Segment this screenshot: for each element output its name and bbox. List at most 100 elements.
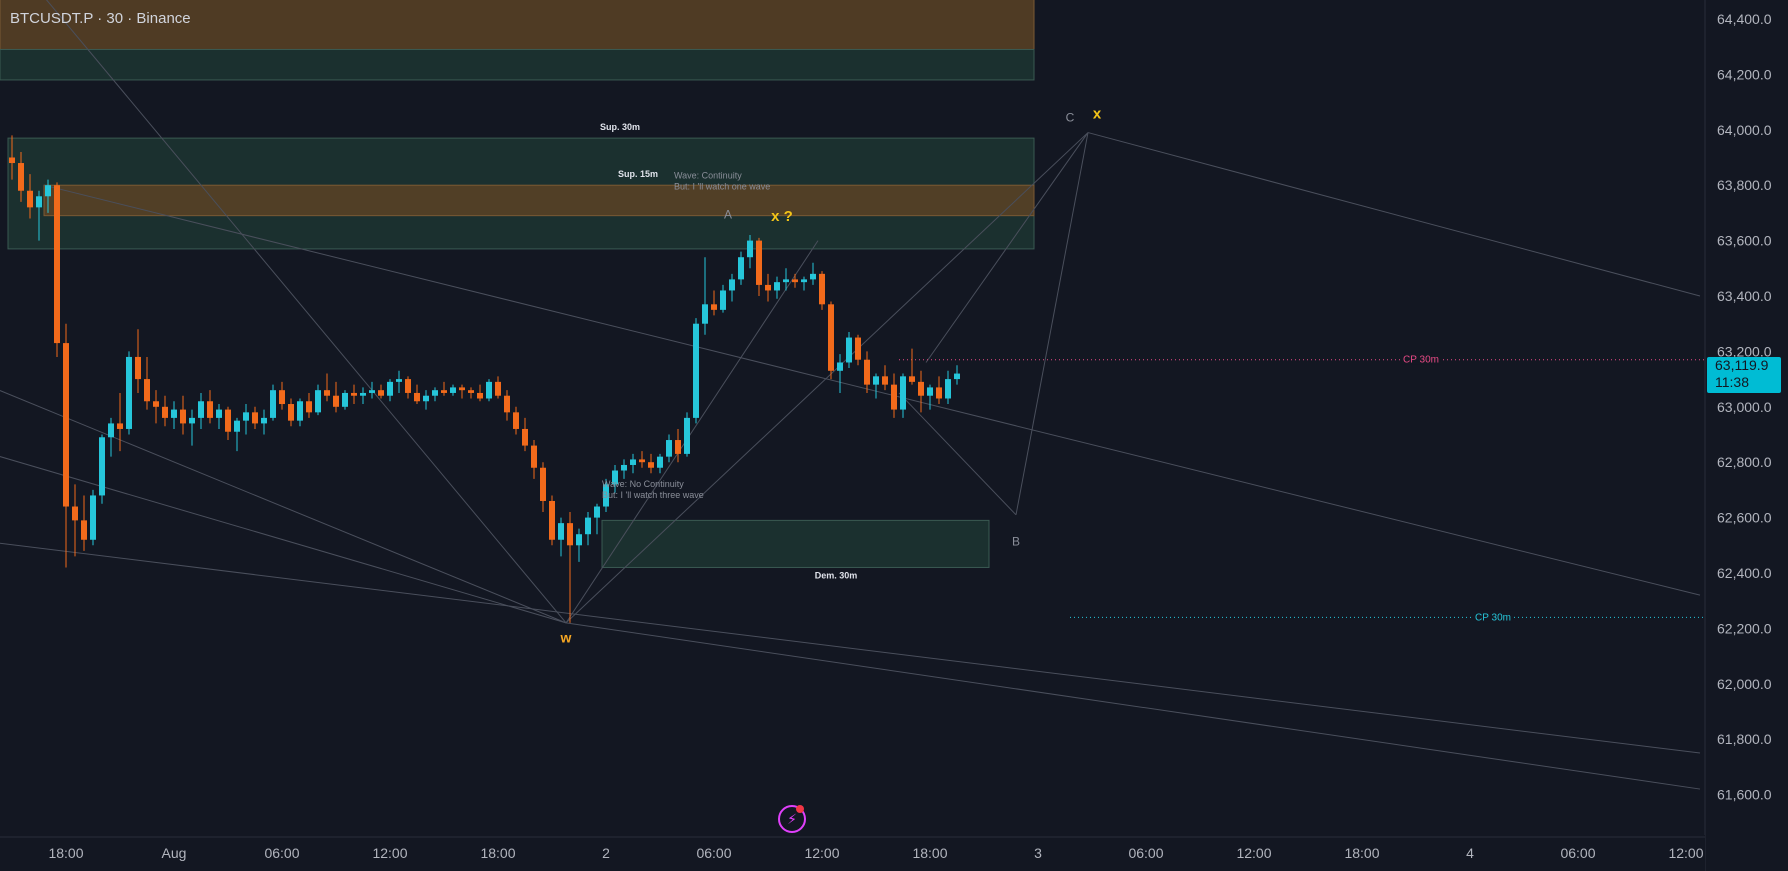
candle: [54, 182, 60, 357]
candle: [504, 390, 510, 421]
candle-body: [234, 420, 240, 432]
candle: [369, 381, 375, 399]
candle: [387, 379, 393, 402]
candle: [108, 417, 114, 457]
candle-body: [450, 387, 456, 393]
candle-body: [738, 257, 744, 280]
candle-body: [675, 440, 681, 454]
candle-body: [891, 384, 897, 410]
time-tick-label: 4: [1466, 845, 1474, 861]
candle-body: [729, 279, 735, 291]
time-tick-label: 12:00: [1668, 845, 1703, 861]
candle-body: [495, 381, 501, 396]
candlestick-chart[interactable]: CP 30m CP 30m Sup. 30m Sup. 15m Wave: Conti…: [0, 0, 1788, 871]
candle: [900, 373, 906, 418]
candle-body: [315, 390, 321, 413]
candle: [621, 459, 627, 479]
candle: [315, 384, 321, 416]
candle-body: [846, 337, 852, 363]
candle-body: [549, 500, 555, 540]
candle-body: [630, 459, 636, 465]
candle-body: [576, 534, 582, 546]
time-tick-label: 18:00: [912, 845, 947, 861]
candle-body: [918, 381, 924, 396]
candle-body: [567, 523, 573, 546]
annotation-label: x: [1093, 106, 1102, 123]
candle: [909, 348, 915, 385]
candle: [954, 365, 960, 385]
candle-body: [9, 157, 15, 164]
candle: [846, 332, 852, 369]
candle: [225, 406, 231, 441]
candle-body: [666, 440, 672, 457]
candle: [639, 451, 645, 468]
candle: [189, 409, 195, 446]
candle-body: [126, 356, 132, 429]
candle: [549, 495, 555, 546]
candle-body: [774, 282, 780, 291]
candle-body: [639, 459, 645, 463]
bar-countdown: 11:38: [1715, 373, 1749, 390]
candle: [135, 329, 141, 393]
candle-body: [819, 273, 825, 305]
candle-body: [882, 376, 888, 385]
trend-line: [565, 622, 1701, 790]
candle-body: [63, 343, 69, 507]
candle: [252, 406, 258, 429]
price-tick-label: 63,600.0: [1717, 233, 1772, 249]
candle-body: [828, 304, 834, 371]
symbol-title: BTCUSDT.P · 30 · Binance: [10, 10, 191, 27]
time-tick-label: 12:00: [1236, 845, 1271, 861]
candle: [198, 392, 204, 429]
candle: [90, 489, 96, 546]
candle: [936, 376, 942, 405]
time-tick-label: 06:00: [1128, 845, 1163, 861]
candle: [333, 381, 339, 413]
candle: [540, 462, 546, 513]
candle-body: [711, 304, 717, 310]
candle-body: [54, 185, 60, 344]
candle: [360, 387, 366, 405]
candle: [495, 376, 501, 399]
chart-area[interactable]: CP 30m CP 30m Sup. 30m Sup. 15m Wave: Conti…: [0, 0, 1788, 871]
candle-body: [189, 417, 195, 424]
candle: [207, 390, 213, 424]
candle: [855, 334, 861, 366]
annotation-label: C: [1066, 110, 1075, 124]
candle: [873, 373, 879, 399]
candle: [171, 401, 177, 429]
price-tick-label: 63,000.0: [1717, 399, 1772, 415]
annotation-label: w: [560, 629, 572, 645]
candle: [801, 276, 807, 291]
candle-body: [387, 381, 393, 396]
candle-body: [252, 412, 258, 424]
time-axis: 18:00 Aug 06:00 12:00 18:00 2 06:00 12:00 18:00 3…: [0, 835, 1705, 871]
candle-body: [900, 376, 906, 410]
candle: [81, 495, 87, 551]
candle: [180, 395, 186, 435]
candle-body: [297, 401, 303, 421]
candle: [882, 365, 888, 391]
candle: [297, 398, 303, 427]
candle-body: [747, 240, 753, 258]
zone-orange-3: [43, 184, 1035, 217]
candle-body: [378, 390, 384, 396]
candle: [783, 268, 789, 291]
candle: [891, 373, 897, 418]
candle-body: [684, 417, 690, 454]
candle: [684, 412, 690, 457]
candle-body: [18, 163, 24, 191]
price-tick-label: 62,400.0: [1717, 565, 1772, 581]
candle: [153, 390, 159, 424]
candle-body: [216, 409, 222, 418]
candle-body: [936, 387, 942, 399]
candle: [279, 381, 285, 410]
time-tick-label: 18:00: [480, 845, 515, 861]
candle: [810, 262, 816, 285]
candle-body: [414, 392, 420, 402]
candle-body: [135, 356, 141, 380]
candle-body: [270, 390, 276, 418]
candle: [927, 384, 933, 410]
time-tick-label: 06:00: [264, 845, 299, 861]
trend-line: [45, 0, 567, 624]
